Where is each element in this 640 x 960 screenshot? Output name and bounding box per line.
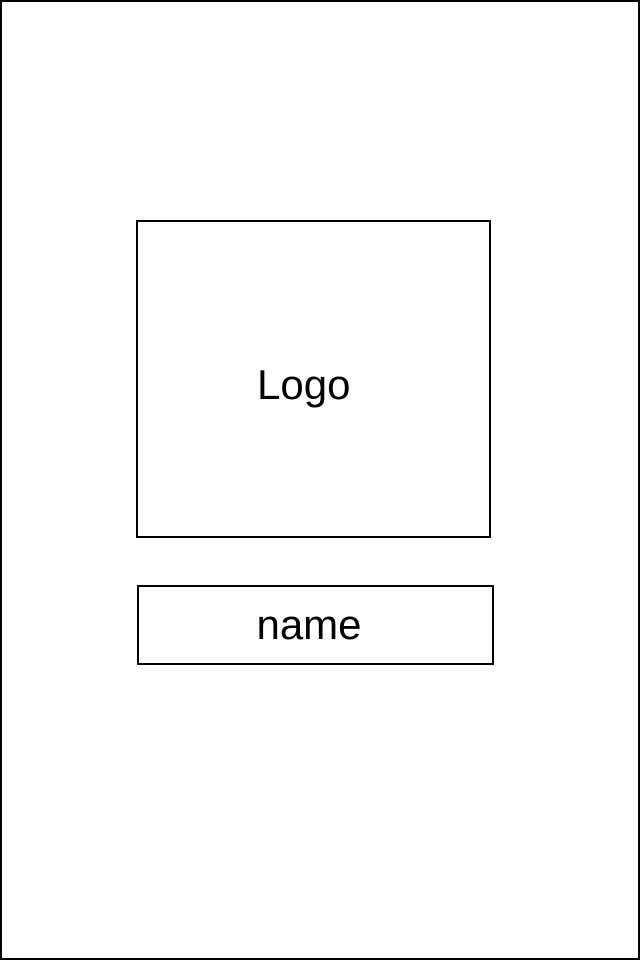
app-name-label: name bbox=[256, 601, 362, 648]
logo-label: Logo bbox=[257, 361, 351, 408]
splash-screen: Logo name bbox=[0, 0, 640, 960]
